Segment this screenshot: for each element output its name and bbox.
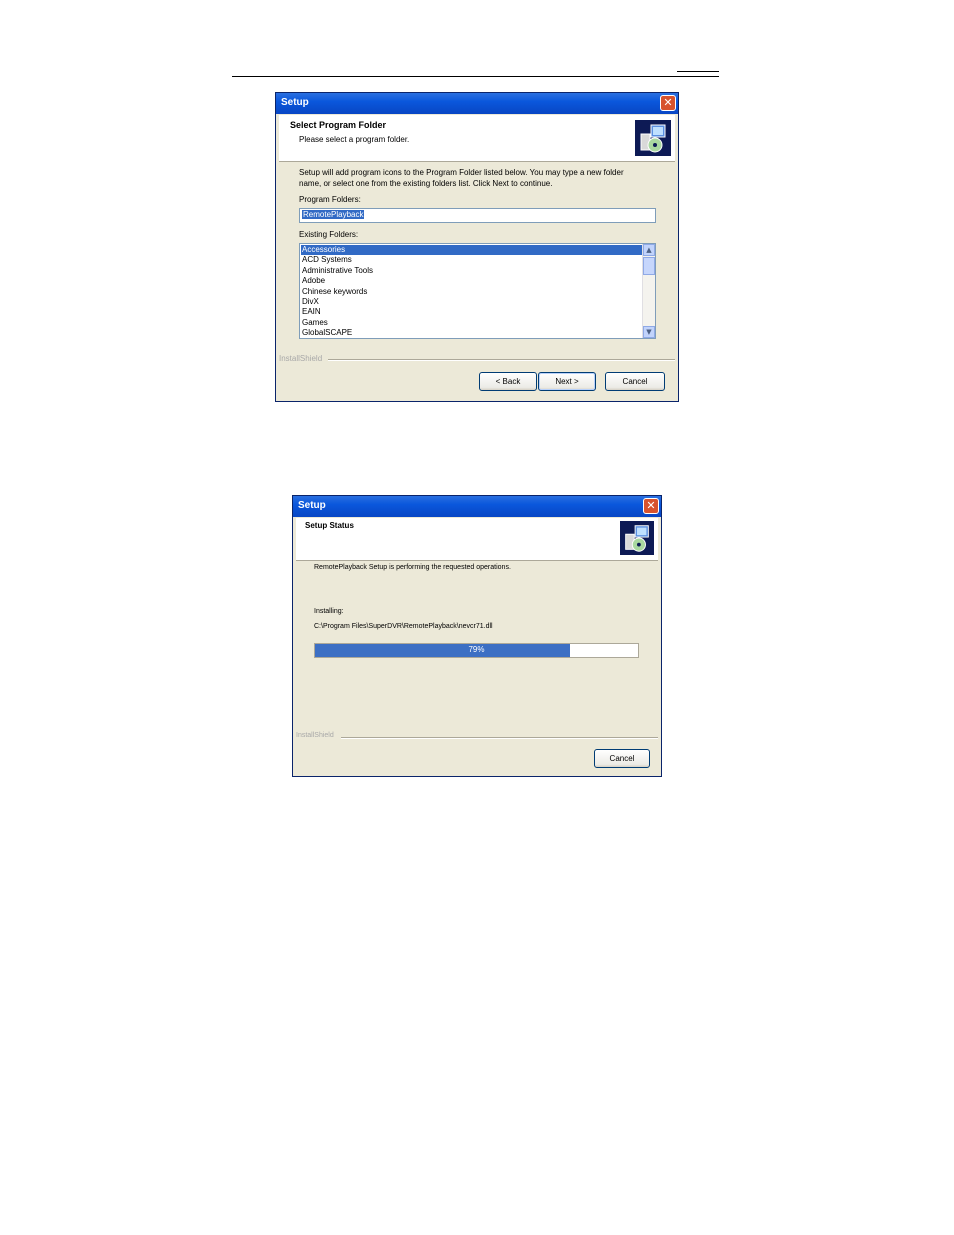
header-title: Select Program Folder [290, 120, 387, 130]
back-button[interactable]: < Back [479, 372, 537, 391]
cancel-button[interactable]: Cancel [594, 749, 650, 768]
wizard-header: Setup Status [296, 518, 658, 561]
existing-folders-label: Existing Folders: [299, 230, 359, 239]
list-item[interactable]: Chinese keywords [302, 287, 367, 297]
list-item[interactable]: Accessories [301, 245, 642, 255]
next-button[interactable]: Next > [538, 372, 596, 391]
program-folder-value: RemotePlayback [302, 210, 365, 219]
existing-folders-list[interactable]: Accessories ACD Systems Administrative T… [299, 243, 656, 339]
close-icon[interactable]: ✕ [643, 498, 659, 514]
setup-dialog-program-folder: Setup ✕ Select Program Folder Please sel… [275, 92, 679, 402]
list-item[interactable]: Games [302, 318, 328, 328]
program-folders-label: Program Folders: [299, 195, 361, 204]
status-text: RemotePlayback Setup is performing the r… [314, 564, 511, 571]
program-folder-input[interactable]: RemotePlayback [299, 208, 656, 223]
separator [328, 359, 675, 361]
separator [341, 737, 658, 739]
scroll-thumb[interactable] [643, 257, 655, 275]
description-line-2: name, or select one from the existing fo… [299, 179, 553, 188]
header-title: Setup Status [305, 521, 354, 530]
installing-label: Installing: [314, 608, 344, 615]
installshield-brand: InstallShield [279, 354, 323, 363]
close-icon[interactable]: ✕ [660, 95, 676, 111]
progress-bar: 79% [314, 643, 639, 658]
title-bar[interactable]: Setup ✕ [293, 496, 661, 517]
window-title: Setup [298, 500, 326, 511]
wizard-header: Select Program Folder Please select a pr… [279, 115, 675, 162]
list-item[interactable]: GlobalSCAPE [302, 328, 352, 338]
setup-icon [620, 521, 654, 555]
list-item[interactable]: Administrative Tools [302, 266, 373, 276]
header-subtitle: Please select a program folder. [299, 135, 410, 144]
page-rule-tab [677, 71, 719, 72]
setup-dialog-status: Setup ✕ Setup Status RemotePlayback Setu… [292, 495, 662, 777]
cancel-button[interactable]: Cancel [605, 372, 665, 391]
scroll-down-icon[interactable]: ▼ [643, 326, 655, 338]
installing-path: C:\Program Files\SuperDVR\RemotePlayback… [314, 623, 493, 630]
progress-label: 79% [468, 645, 485, 654]
list-item[interactable]: ACD Systems [302, 255, 352, 265]
vertical-scrollbar[interactable]: ▲ ▼ [642, 244, 655, 338]
page-rule [232, 76, 719, 77]
description-line-1: Setup will add program icons to the Prog… [299, 168, 624, 177]
title-bar[interactable]: Setup ✕ [276, 93, 678, 114]
list-item[interactable]: EAIN [302, 307, 321, 317]
list-item[interactable]: DivX [302, 297, 319, 307]
installshield-brand: InstallShield [296, 732, 334, 739]
window-title: Setup [281, 97, 309, 108]
list-item[interactable]: Adobe [302, 276, 325, 286]
setup-icon [635, 120, 671, 156]
scroll-up-icon[interactable]: ▲ [643, 244, 655, 256]
